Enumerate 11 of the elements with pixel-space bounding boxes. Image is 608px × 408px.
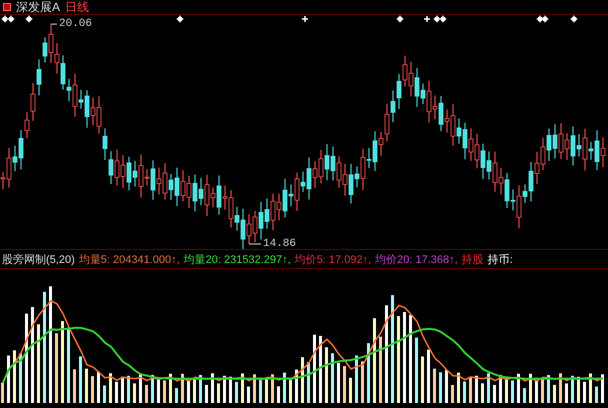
stock-name: 深发展A bbox=[16, 0, 60, 14]
indicator-name: 股旁网制(5,20) bbox=[2, 252, 75, 266]
high-price-label: 20.06 bbox=[59, 18, 92, 30]
low-price-label: 14.86 bbox=[263, 238, 296, 250]
indicator-value: 均量5: 204341.000↑, bbox=[78, 252, 180, 266]
indicator-value: 均价20: 17.368↑, bbox=[375, 252, 458, 266]
indicator-value: 均量20: 231532.297↑, bbox=[184, 252, 291, 266]
indicator-value: 持币: bbox=[488, 252, 513, 266]
indicator-value: 持股 bbox=[462, 252, 484, 266]
period-label: 日线 bbox=[65, 0, 90, 14]
indicator-value: 均价5: 17.092↑, bbox=[294, 252, 372, 266]
